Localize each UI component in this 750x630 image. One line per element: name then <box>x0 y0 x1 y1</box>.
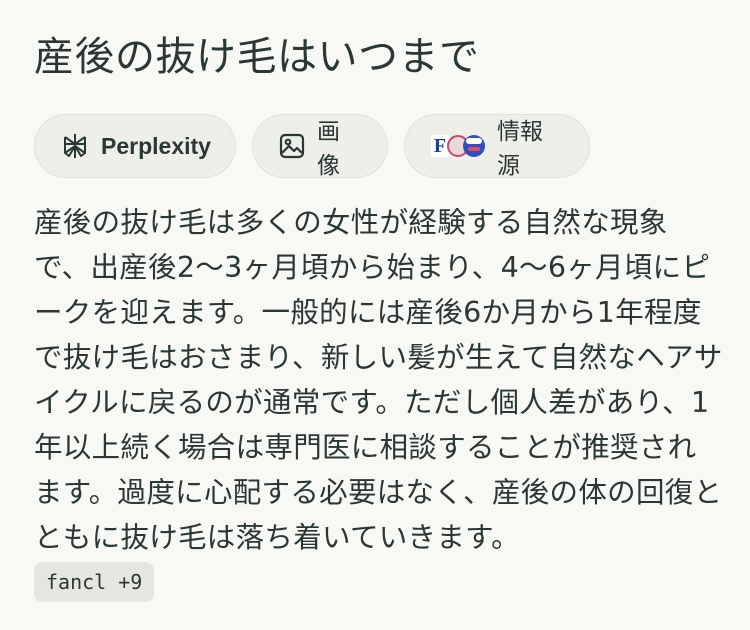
perplexity-logo-icon <box>61 132 89 160</box>
answer-text: 産後の抜け毛は多くの女性が経験する自然な現象で、出産後2〜3ヶ月頃から始まり、4… <box>34 206 723 554</box>
sources-tab[interactable]: F 情報源 <box>404 114 590 179</box>
source-tabs: Perplexity 画像 F 情報源 <box>34 114 716 179</box>
answer-page: 産後の抜け毛はいつまで Perplexity 画像 F 情報源 産後の抜け毛は多… <box>0 0 750 630</box>
source-favicons-icon: F <box>431 135 485 157</box>
citation-badge[interactable]: fancl +9 <box>34 562 155 602</box>
perplexity-tab-label: Perplexity <box>101 132 211 159</box>
sources-tab-label: 情報源 <box>497 119 543 179</box>
images-tab-label: 画像 <box>317 119 340 179</box>
image-icon <box>279 133 305 159</box>
source-favicon-blue <box>463 135 485 157</box>
query-title: 産後の抜け毛はいつまで <box>34 34 480 80</box>
perplexity-tab[interactable]: Perplexity <box>34 114 236 178</box>
images-tab[interactable]: 画像 <box>252 114 388 179</box>
